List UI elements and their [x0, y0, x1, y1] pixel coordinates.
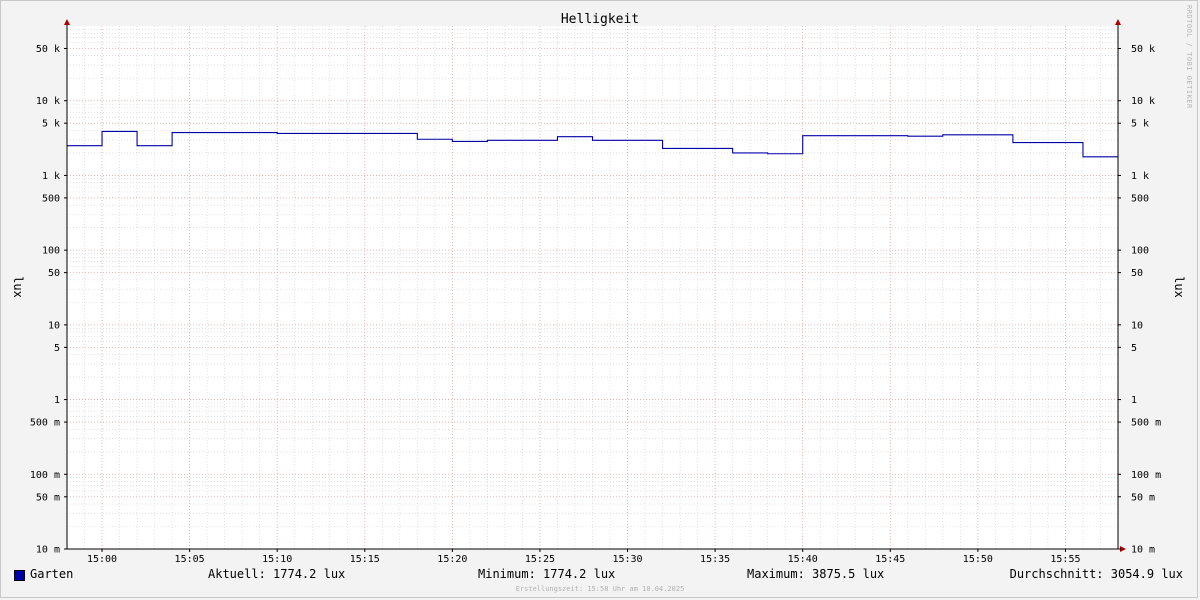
y-tick-label-right: 10 [1131, 320, 1143, 331]
x-tick-label: 15:05 [175, 554, 205, 565]
grid [67, 26, 1118, 550]
legend: Garten Aktuell: 1774.2 lux Minimum: 1774… [0, 567, 1200, 585]
y-tick-label-right: 50 m [1131, 492, 1155, 503]
legend-aktuell: Aktuell: 1774.2 lux [208, 567, 346, 581]
y-tick-label-right: 500 m [1131, 418, 1161, 429]
y-axis-left-arrow-icon [64, 19, 70, 25]
legend-series-name: Garten [30, 567, 74, 581]
y-tick-label-left: 100 [42, 246, 60, 257]
brightness-chart: 50 k 50 k 10 k 10 k 5 k 5 k 1 k 1 k 500 500 100 100… [11, 5, 1193, 565]
x-tick-label: 15:40 [788, 554, 818, 565]
y-tick-label-left: 10 m [36, 545, 60, 556]
legend-maximum: Maximum: 3875.5 lux [747, 567, 885, 581]
x-tick-label: 15:10 [262, 554, 292, 565]
footer-timestamp: Erstellungszeit: 15:58 Uhr am 10.04.2025 [515, 585, 685, 593]
legend-swatch-garten [14, 570, 25, 581]
legend-minimum: Minimum: 1774.2 lux [478, 567, 616, 581]
y-tick-label-left: 1 [54, 395, 60, 406]
y-tick-label-right: 5 k [1131, 119, 1149, 130]
y-tick-label-right: 5 [1131, 343, 1137, 354]
y-tick-label-right: 500 [1131, 193, 1149, 204]
y-tick-label-left: 50 m [36, 492, 60, 503]
y-axis-label-right: lux [1172, 276, 1186, 298]
x-tick-label: 15:00 [87, 554, 117, 565]
chart-title: Helligkeit [561, 12, 639, 27]
x-tick-label: 15:55 [1050, 554, 1080, 565]
x-tick-label: 15:35 [700, 554, 730, 565]
x-tick-label: 15:45 [875, 554, 905, 565]
y-tick-label-right: 50 k [1131, 44, 1155, 55]
y-tick-label-left: 1 k [42, 171, 60, 182]
y-tick-label-left: 500 [42, 193, 60, 204]
legend-durchschnitt: Durchschnitt: 3054.9 lux [1009, 567, 1183, 581]
y-tick-label-right: 50 [1131, 268, 1143, 279]
watermark: RRDTOOL / TOBI OETIKER [1185, 5, 1193, 109]
x-tick-label: 15:50 [963, 554, 993, 565]
y-tick-label-left: 100 m [30, 470, 60, 481]
y-axis-label-left: lux [11, 276, 25, 298]
y-tick-label-left: 10 k [36, 96, 60, 107]
x-tick-label: 15:20 [437, 554, 467, 565]
x-tick-label: 15:25 [525, 554, 555, 565]
y-tick-label-left: 10 [48, 320, 60, 331]
y-tick-label-right: 10 k [1131, 96, 1155, 107]
x-tick-label: 15:15 [350, 554, 380, 565]
y-tick-label-left: 50 [48, 268, 60, 279]
y-tick-label-right: 1 [1131, 395, 1137, 406]
y-tick-label-left: 50 k [36, 44, 60, 55]
x-tick-label: 15:30 [612, 554, 642, 565]
y-tick-label-right: 10 m [1131, 545, 1155, 556]
y-tick-label-left: 500 m [30, 418, 60, 429]
y-tick-label-right: 100 m [1131, 470, 1161, 481]
y-tick-label-right: 100 [1131, 246, 1149, 257]
y-tick-label-right: 1 k [1131, 171, 1149, 182]
y-tick-label-left: 5 k [42, 119, 60, 130]
y-axis-right-arrow-icon [1115, 19, 1121, 25]
y-tick-label-left: 5 [54, 343, 60, 354]
